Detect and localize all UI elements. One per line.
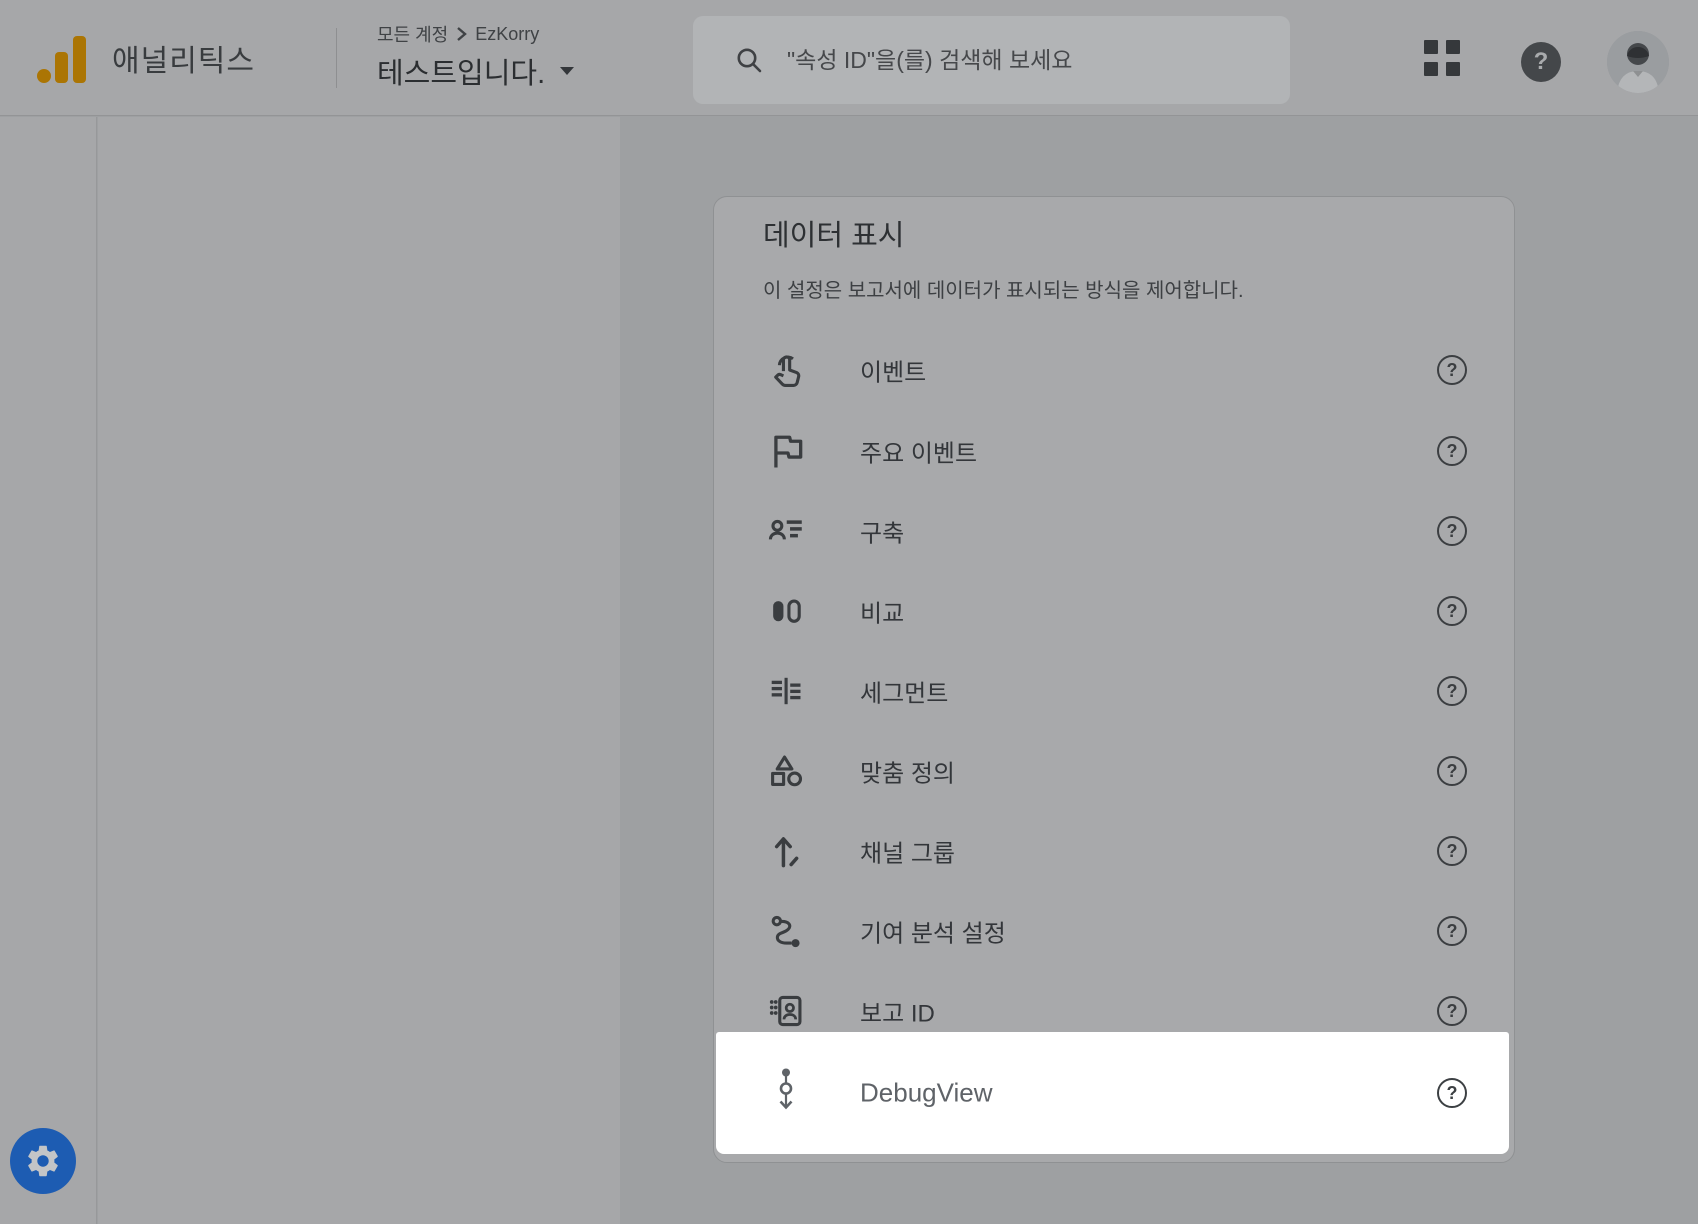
help-icon[interactable]: ? bbox=[1437, 436, 1467, 466]
row-custom-definitions[interactable]: 맞춤 정의 ? bbox=[716, 731, 1509, 811]
avatar[interactable] bbox=[1607, 31, 1669, 93]
debug-icon bbox=[762, 1065, 810, 1121]
app-header: 애널리틱스 모든 계정 EzKorry 테스트입니다. ? bbox=[0, 0, 1698, 116]
shapes-icon bbox=[762, 747, 810, 795]
row-label: 비교 bbox=[860, 594, 904, 629]
chevron-right-icon bbox=[456, 26, 467, 42]
row-comparisons[interactable]: 비교 ? bbox=[716, 571, 1509, 651]
help-icon[interactable]: ? bbox=[1437, 756, 1467, 786]
help-icon[interactable]: ? bbox=[1437, 355, 1467, 385]
caret-down-icon bbox=[559, 66, 575, 76]
row-label: 기여 분석 설정 bbox=[860, 914, 1006, 949]
row-label: 보고 ID bbox=[860, 994, 935, 1029]
help-icon[interactable]: ? bbox=[1437, 836, 1467, 866]
search-icon bbox=[735, 46, 763, 74]
header-divider bbox=[336, 28, 337, 88]
comparison-icon bbox=[762, 587, 810, 635]
row-channel-groups[interactable]: 채널 그룹 ? bbox=[716, 811, 1509, 891]
row-label: DebugView bbox=[860, 1078, 993, 1109]
help-icon[interactable]: ? bbox=[1437, 996, 1467, 1026]
identity-card-icon bbox=[762, 987, 810, 1035]
google-analytics-logo-icon[interactable] bbox=[36, 34, 88, 86]
admin-gear-icon[interactable] bbox=[10, 1128, 76, 1194]
row-label: 이벤트 bbox=[860, 353, 926, 388]
audience-icon bbox=[762, 507, 810, 555]
row-label: 채널 그룹 bbox=[860, 834, 955, 869]
segment-icon bbox=[762, 667, 810, 715]
tap-icon bbox=[762, 346, 810, 394]
row-audiences[interactable]: 구축 ? bbox=[716, 491, 1509, 571]
property-name: 테스트입니다. bbox=[377, 50, 545, 92]
row-events[interactable]: 이벤트 ? bbox=[716, 330, 1509, 410]
help-icon[interactable]: ? bbox=[1437, 676, 1467, 706]
help-icon[interactable]: ? bbox=[1521, 42, 1561, 82]
icon-rail bbox=[0, 117, 97, 1224]
card-subtitle: 이 설정은 보고서에 데이터가 표시되는 방식을 제어합니다. bbox=[763, 274, 1244, 303]
row-key-events[interactable]: 주요 이벤트 ? bbox=[716, 411, 1509, 491]
breadcrumb-account: EzKorry bbox=[475, 24, 539, 45]
flag-icon bbox=[762, 427, 810, 475]
attribution-path-icon bbox=[762, 907, 810, 955]
row-label: 맞춤 정의 bbox=[860, 754, 955, 789]
product-name: 애널리틱스 bbox=[112, 0, 255, 116]
channel-arrow-icon bbox=[762, 827, 810, 875]
search-input[interactable] bbox=[787, 47, 1247, 74]
row-label: 주요 이벤트 bbox=[860, 434, 977, 469]
admin-nav-drawer bbox=[98, 117, 620, 1224]
row-label: 구축 bbox=[860, 514, 904, 549]
help-icon[interactable]: ? bbox=[1437, 596, 1467, 626]
row-segments[interactable]: 세그먼트 ? bbox=[716, 651, 1509, 731]
search-bar[interactable] bbox=[693, 16, 1290, 104]
breadcrumb-scope: 모든 계정 bbox=[377, 21, 448, 47]
help-icon[interactable]: ? bbox=[1437, 916, 1467, 946]
apps-grid-icon[interactable] bbox=[1424, 40, 1468, 84]
breadcrumb[interactable]: 모든 계정 EzKorry bbox=[377, 22, 539, 46]
row-debugview[interactable]: DebugView ? bbox=[716, 1032, 1509, 1154]
help-icon[interactable]: ? bbox=[1437, 1078, 1467, 1108]
help-icon[interactable]: ? bbox=[1437, 516, 1467, 546]
property-switcher[interactable]: 테스트입니다. bbox=[377, 48, 575, 94]
row-attribution-settings[interactable]: 기여 분석 설정 ? bbox=[716, 891, 1509, 971]
card-title: 데이터 표시 bbox=[763, 212, 904, 254]
row-label: 세그먼트 bbox=[860, 674, 948, 709]
